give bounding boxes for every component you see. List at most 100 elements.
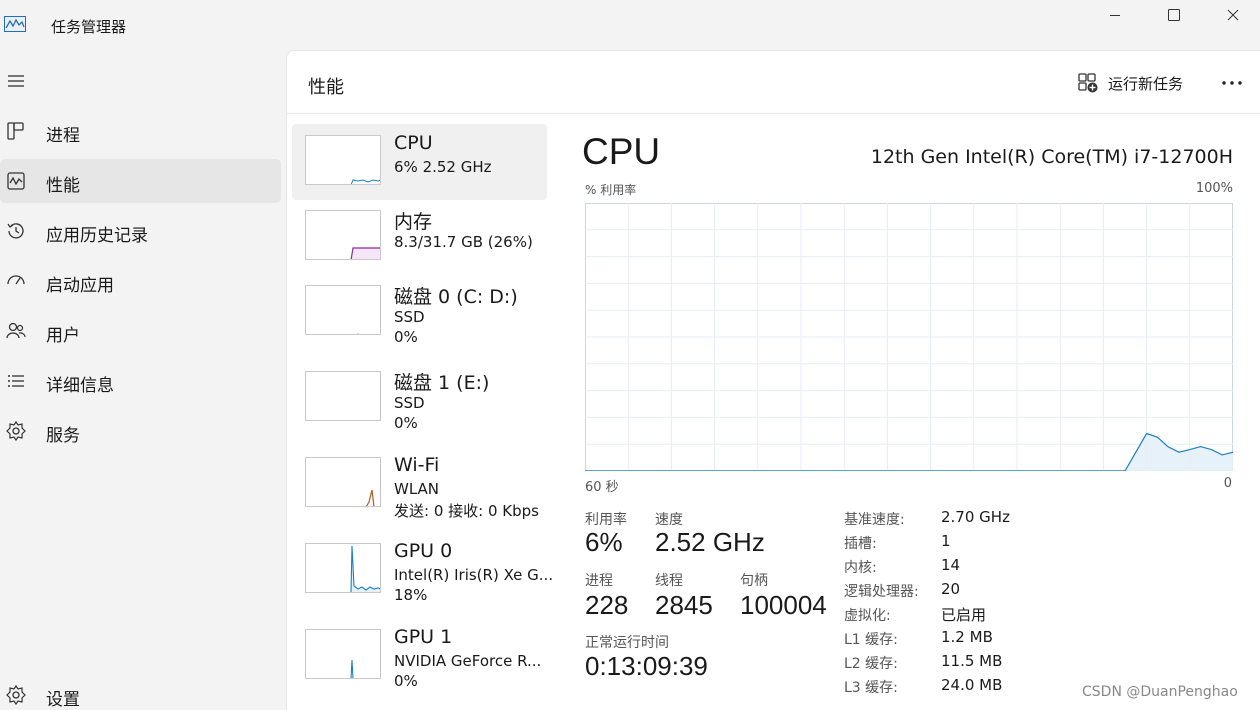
nav-item-details[interactable]: 详细信息	[0, 359, 281, 403]
spec-value: 1	[941, 532, 951, 550]
spec-value: 1.2 MB	[941, 628, 993, 646]
watermark-text: CSDN @DuanPenghao	[1082, 684, 1238, 700]
device-detail-2: 0%	[394, 414, 418, 432]
nav-item-processes[interactable]: 进程	[0, 109, 281, 153]
spec-value: 20	[941, 580, 961, 598]
device-thumbnail	[305, 371, 381, 421]
minimize-button[interactable]	[1092, 0, 1138, 30]
nav-item-startup-apps[interactable]: 启动应用	[0, 259, 281, 303]
device-item-gpu-0[interactable]: GPU 0 Intel(R) Iris(R) Xe G... 18%	[292, 532, 553, 608]
device-thumbnail	[305, 285, 381, 335]
nav-item-label: 用户	[46, 326, 80, 346]
device-detail-2: 发送: 0 接收: 0 Kbps	[394, 502, 539, 520]
device-item-memory[interactable]: 内存 8.3/31.7 GB (26%)	[292, 199, 547, 275]
speed-label: 速度	[655, 512, 683, 528]
thumb-line	[350, 545, 380, 592]
threads-value: 2845	[655, 590, 713, 620]
history-icon	[7, 223, 24, 239]
content-header: 性能 运行新任务	[287, 51, 1260, 114]
device-detail: SSD	[394, 308, 425, 326]
device-detail-2: 0%	[394, 672, 418, 690]
spec-key: L3 缓存:	[844, 680, 898, 696]
users-icon	[6, 322, 26, 339]
nav-item-label: 详细信息	[46, 376, 114, 396]
device-item-disk-0[interactable]: 磁盘 0 (C: D:) SSD 0%	[292, 274, 547, 350]
device-detail: NVIDIA GeForce R...	[394, 652, 542, 670]
y-axis-label: % 利用率	[585, 183, 637, 197]
nav-item-app-history[interactable]: 应用历史记录	[0, 209, 281, 253]
thumb-line	[365, 489, 375, 506]
uptime-value: 0:13:09:39	[585, 651, 708, 681]
cpu-title: CPU	[582, 131, 661, 172]
utilization-value: 6%	[585, 527, 623, 557]
minimize-icon	[1110, 15, 1120, 16]
device-thumbnail	[305, 543, 381, 593]
nav-item-label: 进程	[46, 126, 80, 146]
nav-item-label: 服务	[46, 426, 80, 446]
device-name: CPU	[394, 132, 433, 154]
device-name: 磁盘 1 (E:)	[394, 372, 490, 394]
processes-icon	[7, 122, 24, 140]
window-title: 任务管理器	[51, 18, 127, 36]
device-item-cpu[interactable]: CPU 6% 2.52 GHz	[292, 124, 547, 200]
startup-icon	[7, 275, 25, 285]
run-new-task-button[interactable]: 运行新任务	[1077, 71, 1183, 95]
x-axis-start: 60 秒	[585, 480, 619, 495]
device-detail: Intel(R) Iris(R) Xe G...	[394, 566, 554, 584]
close-button[interactable]	[1210, 0, 1256, 30]
maximize-icon	[1168, 9, 1180, 21]
nav-item-users[interactable]: 用户	[0, 309, 281, 353]
spec-value: 24.0 MB	[941, 676, 1003, 694]
device-name: Wi-Fi	[394, 454, 440, 476]
nav-item-label: 性能	[46, 176, 80, 196]
device-name: 内存	[394, 211, 433, 233]
more-options-button[interactable]	[1217, 71, 1247, 95]
processes-value: 228	[585, 590, 629, 620]
cpu-model: 12th Gen Intel(R) Core(TM) i7-12700H	[870, 146, 1233, 168]
spec-value: 2.70 GHz	[941, 508, 1010, 526]
utilization-label: 利用率	[585, 512, 627, 528]
nav-item-label: 启动应用	[46, 276, 114, 296]
device-detail-2: 18%	[394, 586, 428, 604]
thumb-line	[350, 659, 354, 678]
spec-key: 基准速度:	[844, 512, 905, 528]
spec-value: 14	[941, 556, 961, 574]
spec-key: 插槽:	[844, 536, 877, 552]
details-icon	[8, 375, 24, 387]
cpu-utilization-graph	[585, 203, 1233, 471]
run-task-icon	[1078, 73, 1098, 93]
nav-item-settings[interactable]: 设置	[0, 672, 281, 710]
hamburger-menu-icon[interactable]	[5, 70, 27, 92]
thumb-line	[350, 179, 380, 184]
close-icon	[1227, 9, 1239, 21]
y-axis-max: 100%	[1195, 181, 1233, 196]
task-manager-app-icon	[4, 16, 26, 32]
nav-item-performance[interactable]: 性能	[0, 159, 281, 203]
performance-icon	[7, 172, 25, 190]
speed-value: 2.52 GHz	[655, 527, 765, 557]
device-item-disk-1[interactable]: 磁盘 1 (E:) SSD 0%	[292, 360, 547, 436]
device-detail: WLAN	[394, 480, 440, 498]
nav-item-services[interactable]: 服务	[0, 409, 281, 453]
threads-label: 线程	[655, 573, 683, 589]
device-thumbnail	[305, 210, 381, 260]
spec-key: L1 缓存:	[844, 632, 898, 648]
spec-key: 虚拟化:	[844, 608, 891, 624]
device-detail: SSD	[394, 394, 425, 412]
run-task-label: 运行新任务	[1108, 74, 1184, 93]
device-detail-2: 0%	[394, 328, 418, 346]
spec-key: L2 缓存:	[844, 656, 898, 672]
services-icon	[6, 420, 26, 442]
device-name: GPU 1	[394, 626, 453, 648]
handles-label: 句柄	[740, 573, 768, 589]
x-axis-end: 0	[1223, 476, 1232, 491]
device-detail: 6% 2.52 GHz	[394, 158, 492, 176]
page-title: 性能	[308, 77, 344, 98]
device-item-wifi[interactable]: Wi-Fi WLAN 发送: 0 接收: 0 Kbps	[292, 446, 547, 522]
more-horizontal-icon	[1222, 81, 1242, 85]
title-bar: 任务管理器	[0, 0, 1260, 50]
device-thumbnail	[305, 135, 381, 185]
device-item-gpu-1[interactable]: GPU 1 NVIDIA GeForce R... 0%	[292, 618, 547, 694]
maximize-button[interactable]	[1151, 0, 1197, 30]
processes-label: 进程	[585, 573, 613, 589]
